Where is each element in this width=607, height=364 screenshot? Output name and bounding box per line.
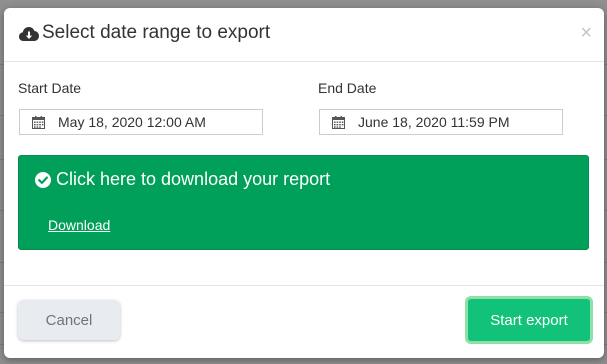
start-date-value: May 18, 2020 12:00 AM bbox=[58, 114, 206, 130]
dialog-title: Select date range to export bbox=[42, 22, 271, 43]
cloud-download-icon bbox=[19, 27, 39, 41]
export-dialog: Select date range to export × Start Date… bbox=[4, 8, 604, 358]
end-date-value: June 18, 2020 11:59 PM bbox=[358, 114, 510, 130]
start-date-label: Start Date bbox=[18, 80, 82, 96]
end-date-label: End Date bbox=[318, 80, 377, 96]
calendar-icon bbox=[20, 110, 56, 134]
calendar-icon bbox=[320, 110, 356, 134]
start-date-input[interactable]: May 18, 2020 12:00 AM bbox=[19, 109, 263, 135]
check-circle-icon bbox=[35, 172, 51, 188]
dialog-footer: Cancel Start export bbox=[4, 285, 604, 358]
start-export-button[interactable]: Start export bbox=[465, 296, 593, 344]
download-ready-message[interactable]: Click here to download your report bbox=[56, 169, 330, 190]
close-icon[interactable]: × bbox=[580, 21, 592, 45]
download-ready-alert: Click here to download your report Downl… bbox=[18, 155, 589, 250]
end-date-input[interactable]: June 18, 2020 11:59 PM bbox=[319, 109, 563, 135]
download-link[interactable]: Download bbox=[48, 217, 110, 233]
dialog-header: Select date range to export × bbox=[4, 8, 604, 62]
cancel-button[interactable]: Cancel bbox=[18, 300, 120, 340]
